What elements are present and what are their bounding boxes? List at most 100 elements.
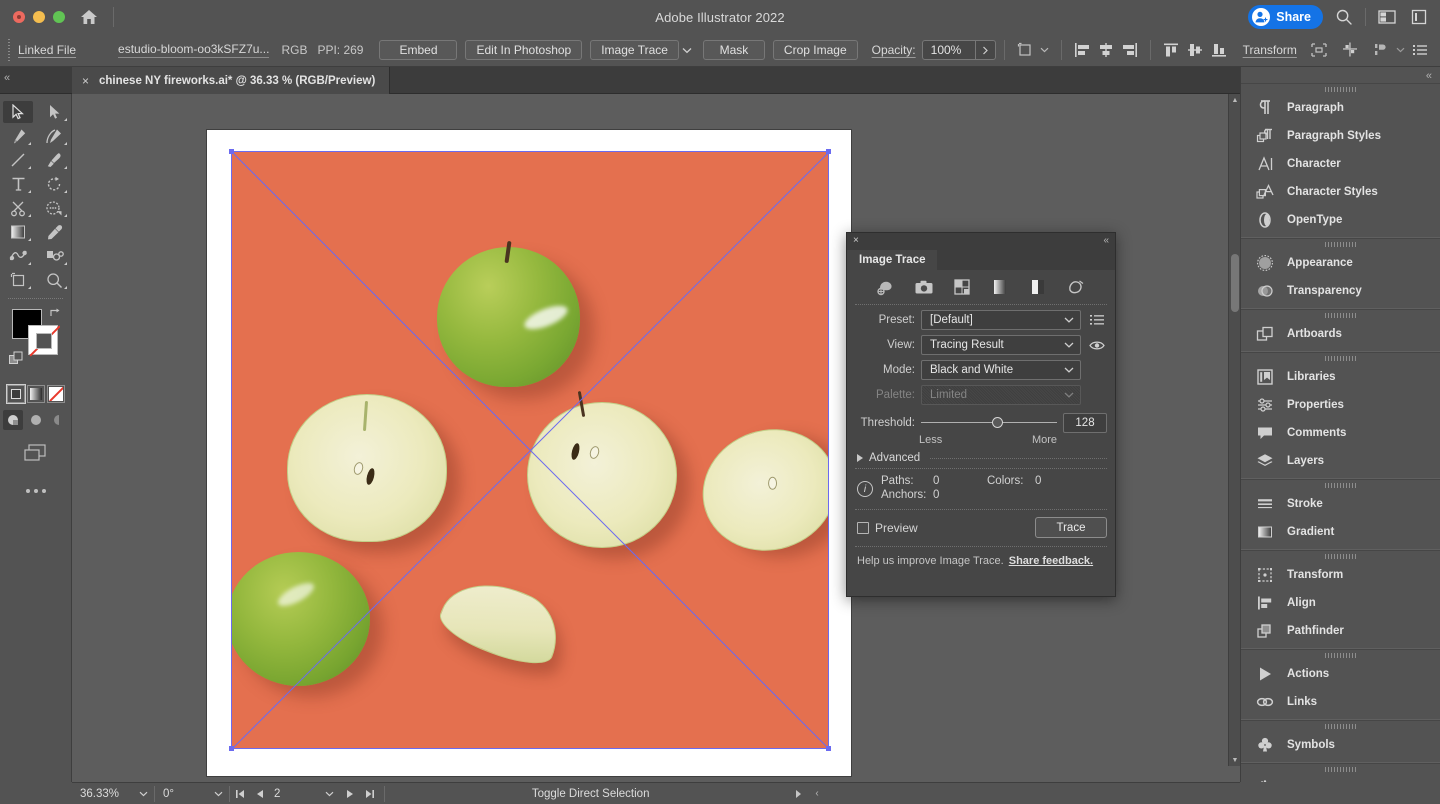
threshold-slider[interactable]: [921, 416, 1057, 430]
dock-group-grip[interactable]: [1241, 353, 1440, 363]
dock-item-actions[interactable]: Actions: [1241, 660, 1440, 688]
dock-item-character[interactable]: Character: [1241, 150, 1440, 178]
dock-item-libraries[interactable]: Libraries: [1241, 363, 1440, 391]
close-icon[interactable]: ×: [82, 74, 89, 88]
dock-group-grip[interactable]: [1241, 239, 1440, 249]
stroke-swatch[interactable]: [28, 325, 58, 355]
embed-button[interactable]: Embed: [379, 40, 458, 60]
linked-file-name[interactable]: estudio-bloom-oo3kSFZ7u...: [118, 42, 270, 58]
search-icon[interactable]: [1333, 6, 1355, 28]
chevron-right-icon[interactable]: [857, 454, 863, 462]
options-list-icon[interactable]: [1408, 39, 1432, 61]
distribute-icon[interactable]: [1368, 39, 1392, 61]
artboard-number-field[interactable]: 2: [270, 783, 318, 804]
align-top-icon[interactable]: [1159, 39, 1183, 61]
type-tool[interactable]: [0, 172, 36, 196]
crop-image-button[interactable]: Crop Image: [772, 40, 858, 60]
view-select[interactable]: Tracing Result: [921, 335, 1081, 355]
dock-item-appearance[interactable]: Appearance: [1241, 249, 1440, 277]
gradient-mode-button[interactable]: [26, 385, 45, 403]
dock-item-layers[interactable]: Layers: [1241, 447, 1440, 475]
low-fidelity-photo-icon[interactable]: [952, 277, 972, 297]
panel-toggle-icon[interactable]: [1408, 6, 1430, 28]
preview-checkbox-wrap[interactable]: Preview: [857, 521, 918, 535]
align-horizontal-center-icon[interactable]: [1094, 39, 1118, 61]
dock-group-grip[interactable]: [1241, 721, 1440, 731]
status-menu-icon[interactable]: [796, 789, 802, 798]
close-icon[interactable]: ×: [853, 235, 859, 246]
paintbrush-tool[interactable]: [36, 148, 72, 172]
tab-image-trace[interactable]: Image Trace: [847, 250, 938, 270]
opacity-input[interactable]: 100%: [921, 40, 996, 60]
direct-selection-tool[interactable]: [36, 100, 72, 124]
trace-button[interactable]: Trace: [1035, 517, 1107, 538]
align-right-icon[interactable]: [1118, 39, 1142, 61]
image-trace-panel-header[interactable]: × «: [847, 233, 1115, 248]
dock-item-gradient[interactable]: Gradient: [1241, 518, 1440, 546]
none-mode-button[interactable]: [46, 385, 65, 403]
dock-group-grip[interactable]: [1241, 480, 1440, 490]
dock-item-align[interactable]: Align: [1241, 589, 1440, 617]
align-bottom-icon[interactable]: [1207, 39, 1231, 61]
edit-toolbar-icon[interactable]: [0, 489, 71, 493]
share-button[interactable]: Share: [1248, 5, 1323, 29]
rotation-chevron-icon[interactable]: [207, 791, 229, 797]
control-bar-grip[interactable]: [6, 39, 12, 61]
collapse-left-icon[interactable]: «: [4, 72, 10, 84]
swap-fill-stroke-icon[interactable]: [48, 307, 62, 324]
dock-item-paragraph-styles[interactable]: Paragraph Styles: [1241, 122, 1440, 150]
edit-in-photoshop-button[interactable]: Edit In Photoshop: [465, 40, 583, 60]
dock-group-grip[interactable]: [1241, 84, 1440, 94]
mask-button[interactable]: Mask: [702, 40, 765, 60]
dock-item-stroke[interactable]: Stroke: [1241, 490, 1440, 518]
select-similar-icon[interactable]: [1013, 39, 1037, 61]
dock-item-opentype[interactable]: OpenType: [1241, 206, 1440, 234]
arrange-icon[interactable]: [1338, 39, 1362, 61]
shaper-tool[interactable]: [36, 196, 72, 220]
vertical-scroll-thumb[interactable]: [1231, 254, 1239, 312]
dock-group-grip[interactable]: [1241, 310, 1440, 320]
draw-inside-button[interactable]: [49, 410, 69, 430]
dock-item-links[interactable]: Links: [1241, 688, 1440, 716]
dock-item-artboards[interactable]: Artboards: [1241, 320, 1440, 348]
dock-group-grip[interactable]: [1241, 551, 1440, 561]
info-icon[interactable]: i: [857, 481, 873, 497]
threshold-value-field[interactable]: 128: [1063, 413, 1107, 433]
zoom-level-field[interactable]: 36.33%: [72, 783, 132, 804]
dock-group-grip[interactable]: [1241, 764, 1440, 774]
zoom-tool[interactable]: [36, 268, 72, 292]
workspace-switcher-icon[interactable]: [1376, 6, 1398, 28]
eye-icon[interactable]: [1087, 340, 1107, 351]
share-feedback-link[interactable]: Share feedback.: [1009, 555, 1093, 567]
dock-item-comments[interactable]: Comments: [1241, 419, 1440, 447]
previous-artboard-icon[interactable]: [250, 789, 270, 799]
dock-item-paragraph[interactable]: Paragraph: [1241, 94, 1440, 122]
transform-link[interactable]: Transform: [1243, 43, 1297, 57]
threshold-slider-knob[interactable]: [991, 417, 1003, 428]
rotate-tool[interactable]: [36, 172, 72, 196]
pen-tool[interactable]: [0, 124, 36, 148]
status-collapse-icon[interactable]: ‹: [815, 788, 818, 799]
last-artboard-icon[interactable]: [360, 789, 380, 799]
rotation-field[interactable]: 0°: [155, 783, 207, 804]
placed-image[interactable]: [232, 152, 828, 748]
selection-tool[interactable]: [0, 100, 36, 124]
high-fidelity-photo-icon[interactable]: [914, 277, 934, 297]
eyedropper-tool[interactable]: [36, 220, 72, 244]
artboard-chevron-icon[interactable]: [318, 791, 340, 797]
draw-behind-button[interactable]: [26, 410, 46, 430]
default-fill-stroke-icon[interactable]: [9, 351, 25, 370]
dock-group-grip[interactable]: [1241, 650, 1440, 660]
linked-file-label[interactable]: Linked File: [18, 43, 76, 57]
mode-select[interactable]: Black and White: [921, 360, 1081, 380]
dock-item-character-styles[interactable]: Character Styles: [1241, 178, 1440, 206]
preset-menu-icon[interactable]: [1087, 314, 1107, 326]
image-trace-button[interactable]: Image Trace: [590, 40, 679, 60]
distribute-chevron-icon[interactable]: [1392, 47, 1408, 53]
color-swatch-mode-button[interactable]: [5, 384, 26, 404]
next-artboard-icon[interactable]: [340, 789, 360, 799]
align-left-icon[interactable]: [1070, 39, 1094, 61]
preset-select[interactable]: [Default]: [921, 310, 1081, 330]
symbol-sprayer-tool[interactable]: [36, 244, 72, 268]
chevron-down-icon[interactable]: [679, 47, 695, 54]
